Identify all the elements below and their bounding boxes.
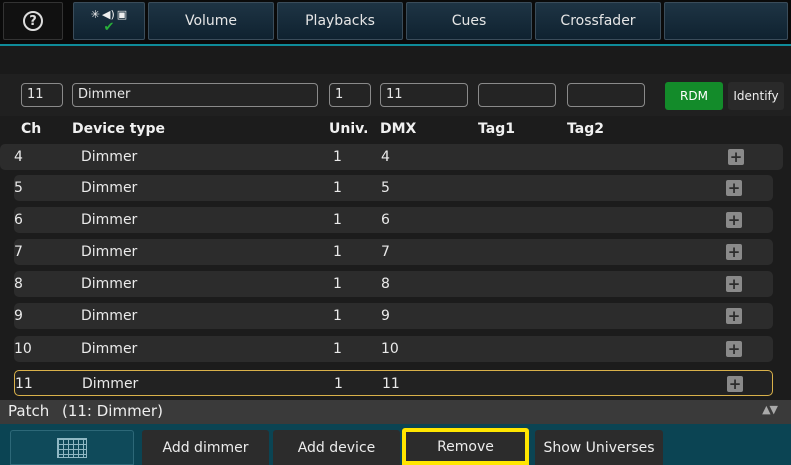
tag1-field[interactable] xyxy=(478,83,556,107)
plus-icon[interactable]: + xyxy=(727,376,743,392)
cell-dmx: 10 xyxy=(381,341,399,357)
rdm-button[interactable]: RDM xyxy=(665,82,723,110)
separator-strip xyxy=(0,44,791,74)
cell-univ: 1 xyxy=(333,341,342,357)
grid-icon xyxy=(57,437,87,458)
cell-ch: 7 xyxy=(14,244,23,260)
image-icon: ▣ xyxy=(116,7,128,21)
header-ch: Ch xyxy=(21,121,42,137)
plus-icon[interactable]: + xyxy=(726,244,742,260)
remove-button[interactable]: Remove xyxy=(402,428,529,465)
cell-ch: 8 xyxy=(14,276,23,292)
tab-crossfader[interactable]: Crossfader xyxy=(535,2,661,40)
cell-ch: 6 xyxy=(14,212,23,228)
header-device-type: Device type xyxy=(72,121,166,137)
cell-device: Dimmer xyxy=(81,341,138,357)
header-dmx: DMX xyxy=(380,121,417,137)
status-button[interactable]: ✳ ◀) ▣ ✔ xyxy=(73,2,145,40)
cell-device: Dimmer xyxy=(81,276,138,292)
add-device-button[interactable]: Add device xyxy=(273,430,400,465)
table-row[interactable]: 6 Dimmer 1 6 + xyxy=(14,207,773,233)
cell-ch: 10 xyxy=(14,341,32,357)
tab-empty[interactable] xyxy=(664,2,788,40)
cell-device: Dimmer xyxy=(81,308,138,324)
plus-icon[interactable]: + xyxy=(726,341,742,357)
check-icon: ✔ xyxy=(103,19,115,35)
cell-dmx: 4 xyxy=(381,149,390,165)
plus-icon[interactable]: + xyxy=(726,308,742,324)
cell-univ: 1 xyxy=(334,376,343,392)
grid-view-button[interactable] xyxy=(10,430,134,465)
identify-button[interactable]: Identify xyxy=(728,82,784,110)
plus-icon[interactable]: + xyxy=(726,212,742,228)
table-row[interactable]: 9 Dimmer 1 9 + xyxy=(14,303,773,329)
cell-univ: 1 xyxy=(333,308,342,324)
cell-univ: 1 xyxy=(333,276,342,292)
patch-detail: (11: Dimmer) xyxy=(61,402,163,420)
accent-line xyxy=(0,44,791,46)
plus-icon[interactable]: + xyxy=(728,149,744,165)
table-row[interactable]: 8 Dimmer 1 8 + xyxy=(14,271,773,297)
header-univ: Univ. xyxy=(329,121,369,137)
plus-icon[interactable]: + xyxy=(726,276,742,292)
speaker-icon: ◀) xyxy=(102,7,115,21)
dmx-field[interactable]: 11 xyxy=(380,83,468,107)
cell-device: Dimmer xyxy=(81,244,138,260)
tag2-field[interactable] xyxy=(567,83,645,107)
cell-dmx: 11 xyxy=(382,376,400,392)
help-icon: ? xyxy=(23,11,43,31)
patch-table: 4 Dimmer 1 4 + 5 Dimmer 1 5 + 6 Dimmer 1… xyxy=(0,142,791,400)
header-tag2: Tag2 xyxy=(567,121,604,137)
cell-univ: 1 xyxy=(333,149,342,165)
tab-playbacks[interactable]: Playbacks xyxy=(277,2,403,40)
patch-label: Patch xyxy=(8,402,50,420)
patch-status-bar: Patch (11: Dimmer) ▲▼ xyxy=(0,400,791,424)
cell-dmx: 7 xyxy=(381,244,390,260)
cell-ch: 9 xyxy=(14,308,23,324)
tab-cues[interactable]: Cues xyxy=(406,2,532,40)
cell-device: Dimmer xyxy=(81,149,138,165)
top-toolbar: ? ✳ ◀) ▣ ✔ Volume Playbacks Cues Crossfa… xyxy=(0,0,791,44)
cell-dmx: 9 xyxy=(381,308,390,324)
show-universes-button[interactable]: Show Universes xyxy=(535,430,663,465)
sun-icon: ✳ xyxy=(90,7,101,21)
cell-dmx: 8 xyxy=(381,276,390,292)
help-button[interactable]: ? xyxy=(3,2,63,40)
cell-device: Dimmer xyxy=(81,212,138,228)
add-dimmer-button[interactable]: Add dimmer xyxy=(142,430,269,465)
table-header: Ch Device type Univ. DMX Tag1 Tag2 xyxy=(0,116,791,142)
cell-univ: 1 xyxy=(333,180,342,196)
plus-icon[interactable]: + xyxy=(726,180,742,196)
universe-field[interactable]: 1 xyxy=(329,83,371,107)
bottom-toolbar: Add dimmer Add device Remove Show Univer… xyxy=(0,424,791,465)
cell-ch: 5 xyxy=(14,180,23,196)
cell-dmx: 5 xyxy=(381,180,390,196)
table-row[interactable]: 4 Dimmer 1 4 + xyxy=(0,144,783,170)
cell-univ: 1 xyxy=(333,244,342,260)
table-row[interactable]: 5 Dimmer 1 5 + xyxy=(14,175,773,201)
cell-univ: 1 xyxy=(333,212,342,228)
sort-arrows-icon[interactable]: ▲▼ xyxy=(762,403,778,416)
edit-fields-row: 11 Dimmer 1 11 RDM Identify xyxy=(0,74,791,116)
table-row[interactable]: 7 Dimmer 1 7 + xyxy=(14,239,773,265)
tab-volume[interactable]: Volume xyxy=(148,2,274,40)
device-type-field[interactable]: Dimmer xyxy=(72,83,318,107)
header-tag1: Tag1 xyxy=(478,121,515,137)
cell-dmx: 6 xyxy=(381,212,390,228)
channel-field[interactable]: 11 xyxy=(21,83,63,107)
cell-device: Dimmer xyxy=(82,376,139,392)
cell-device: Dimmer xyxy=(81,180,138,196)
table-row[interactable]: 10 Dimmer 1 10 + xyxy=(14,336,773,362)
cell-ch: 4 xyxy=(14,149,23,165)
cell-ch: 11 xyxy=(15,376,33,392)
table-row-selected[interactable]: 11 Dimmer 1 11 + xyxy=(14,370,773,396)
